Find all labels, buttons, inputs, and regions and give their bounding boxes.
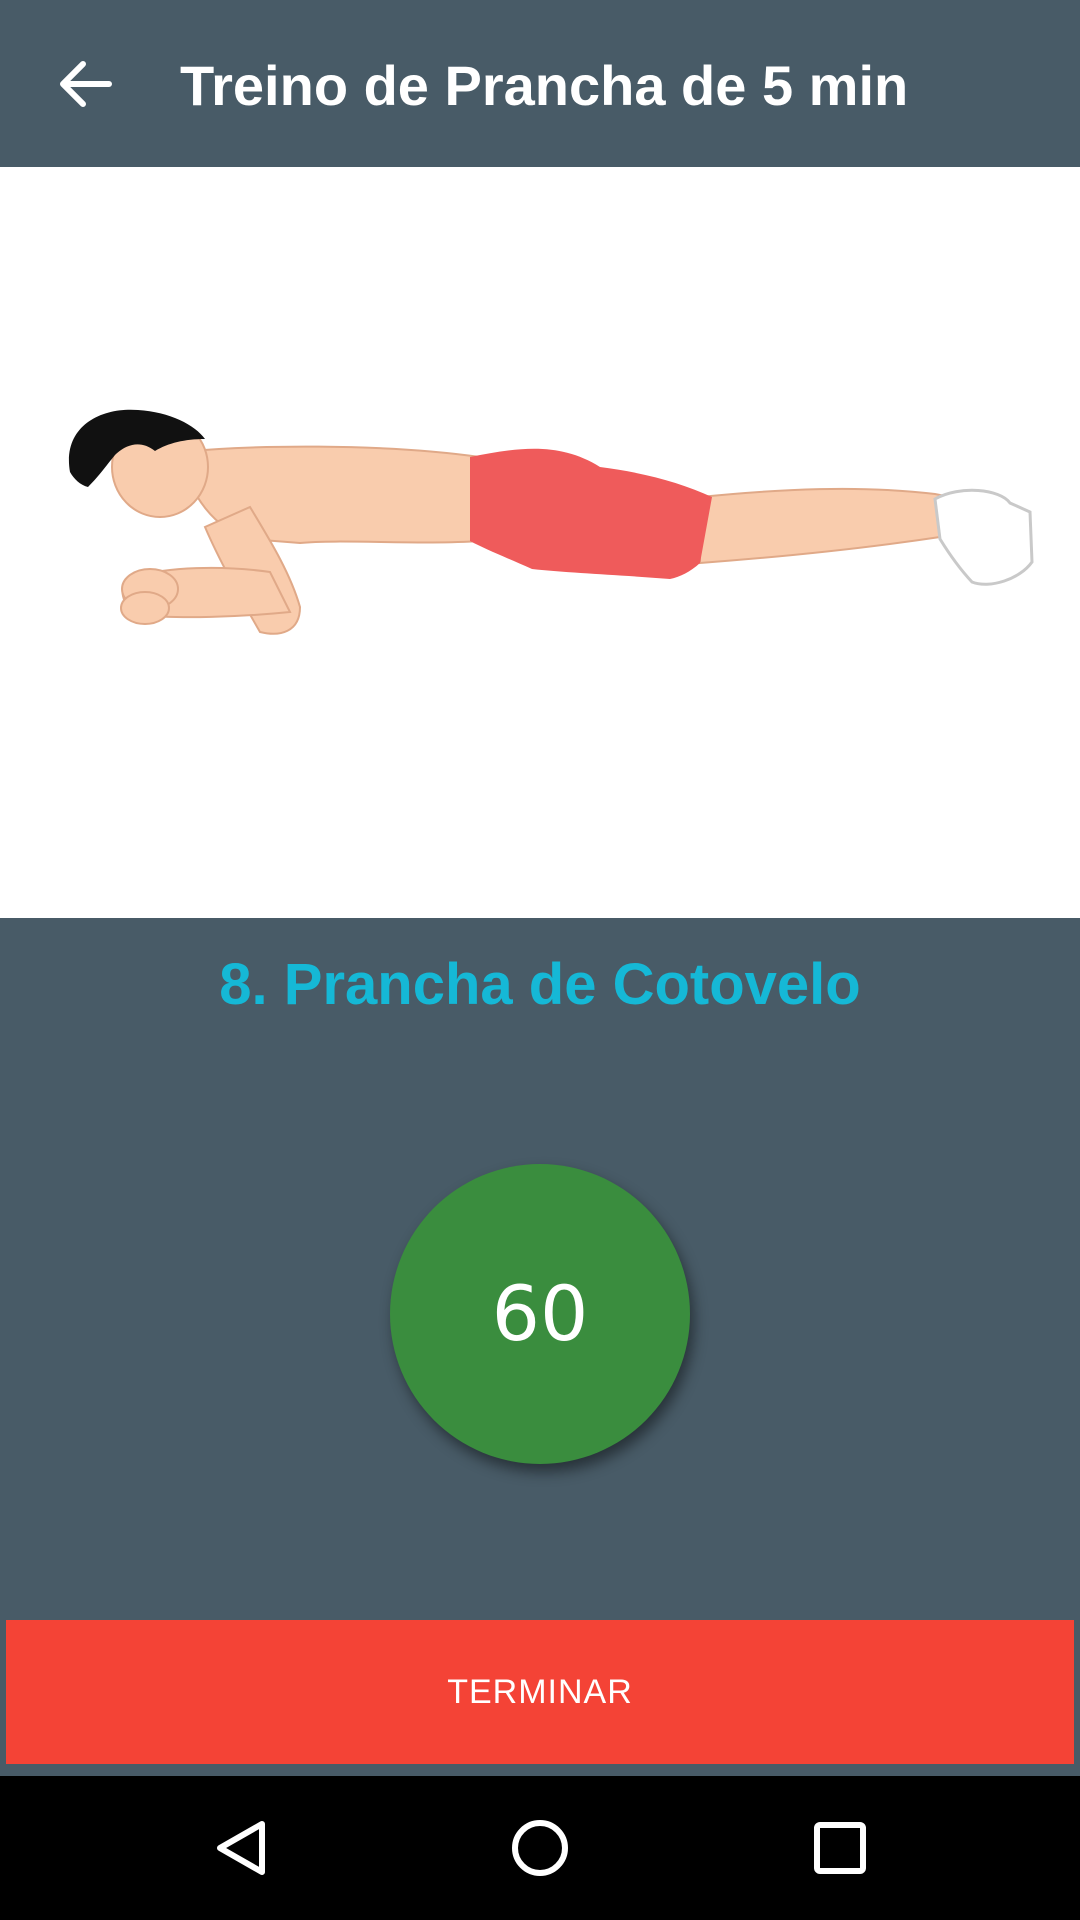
timer-value: 60 — [491, 1269, 589, 1358]
app-bar: Treino de Prancha de 5 min — [0, 0, 1080, 167]
nav-recents-icon[interactable] — [790, 1798, 890, 1898]
countdown-timer[interactable]: 60 — [390, 1164, 690, 1464]
finish-button[interactable]: TERMINAR — [6, 1620, 1074, 1764]
arrow-back-icon[interactable] — [45, 44, 125, 124]
exercise-title: 8. Prancha de Cotovelo — [219, 952, 861, 1017]
exercise-illustration — [0, 167, 1080, 918]
elbow-plank-illustration — [68, 409, 1034, 635]
nav-home-icon[interactable] — [490, 1798, 590, 1898]
finish-button-label: TERMINAR — [447, 1672, 633, 1711]
page-title: Treino de Prancha de 5 min — [180, 54, 909, 117]
nav-back-icon[interactable] — [190, 1798, 290, 1898]
system-nav-bar — [0, 1776, 1080, 1920]
